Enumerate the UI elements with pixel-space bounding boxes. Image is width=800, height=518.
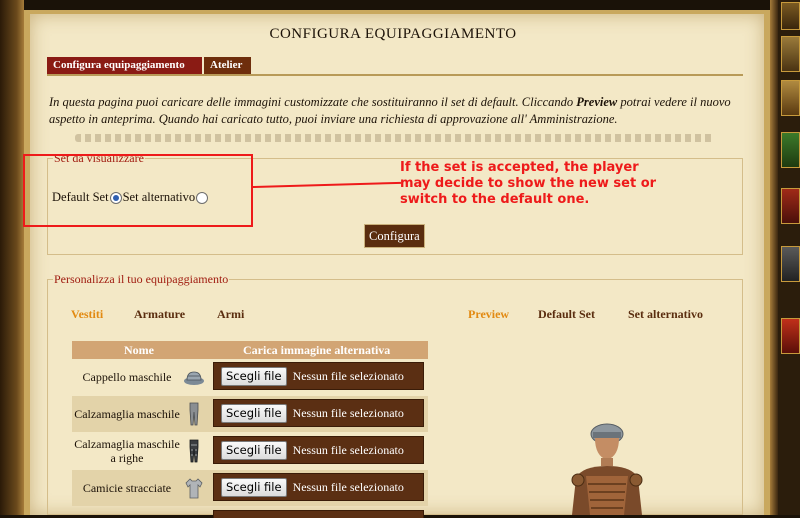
side-menu-icon-5[interactable] [781,188,800,224]
side-menu-icon-7[interactable] [781,318,800,354]
subtab-default-set[interactable]: Default Set [538,307,595,322]
intro-text: In questa pagina puoi caricare delle imm… [49,94,749,128]
choose-file-button[interactable]: Scegli file [221,366,287,386]
subtab-alt-set[interactable]: Set alternativo [628,307,703,322]
side-icon-bar [778,0,800,515]
file-status: Nessun file selezionato [292,368,404,383]
tab-configure-equipment[interactable]: Configura equipaggiamento [47,57,202,74]
annotation-line-1: If the set is accepted, the player [400,160,639,175]
choose-file-button[interactable]: Scegli file [221,477,287,497]
side-menu-icon-1[interactable] [781,2,800,30]
file-upload-field: Scegli file Nessun file selezionato [213,362,424,390]
hat-icon [184,371,204,385]
file-upload-field: Scegli file Nessun file selezionato [213,399,424,427]
item-name: Camicie stracciate [82,481,172,495]
left-frame-border [0,0,24,515]
character-preview-image [571,423,643,515]
file-status: Nessun file selezionato [292,405,404,420]
choose-file-button[interactable]: Scegli file [221,403,287,423]
file-upload-field [213,510,424,518]
right-frame-border [770,0,778,515]
col-name-header: Nome [124,343,154,357]
side-menu-icon-4[interactable] [781,132,800,168]
table-row: Camicie stracciate Scegli file Nessun fi… [72,470,428,506]
table-row: Calzamaglia maschile a righe Scegli file… [72,433,428,469]
tab-underline [47,74,743,76]
choose-file-button[interactable]: Scegli file [221,440,287,460]
annotation-line-2: may decide to show the new set or [400,176,657,191]
side-menu-icon-3[interactable] [781,80,800,116]
ornamental-divider [75,134,715,142]
tights-icon [189,402,199,426]
subtab-preview[interactable]: Preview [468,307,509,322]
file-upload-field: Scegli file Nessun file selezionato [213,436,424,464]
table-row: Calzamaglia maschile Scegli file Nessun … [72,396,428,432]
side-menu-icon-6[interactable] [781,246,800,282]
subtab-armor[interactable]: Armature [134,307,185,322]
item-name: Cappello maschile [82,370,172,384]
annotation-highlight-box [23,154,253,227]
intro-preview-word: Preview [576,95,618,109]
file-status: Nessun file selezionato [292,479,404,494]
configure-button[interactable]: Configura [364,224,425,248]
annotation-note: If the set is accepted, the player may d… [400,160,740,208]
table-row [72,507,428,518]
annotation-line-3: switch to the default one. [400,192,590,207]
item-name: Calzamaglia maschile a righe [74,437,180,465]
side-menu-icon-2[interactable] [781,36,800,72]
page-title: CONFIGURA EQUIPAGGIAMENTO [269,26,517,42]
file-upload-field: Scegli file Nessun file selezionato [213,473,424,501]
customize-equipment-legend: Personalizza il tuo equipaggiamento [54,272,229,286]
table-row: Cappello maschile Scegli file Nessun fil… [72,359,428,395]
col-upload-header: Carica immagine alternativa [243,343,391,357]
intro-text-part1: In questa pagina puoi caricare delle imm… [49,95,577,109]
subtab-clothes[interactable]: Vestiti [71,307,103,322]
subtab-weapons[interactable]: Armi [217,307,244,322]
striped-tights-icon [189,439,199,463]
item-name: Calzamaglia maschile [74,407,180,421]
equipment-table-header: Nome Carica immagine alternativa [72,341,428,359]
tab-atelier[interactable]: Atelier [204,57,251,74]
shirt-icon [185,478,203,499]
file-status: Nessun file selezionato [292,442,404,457]
